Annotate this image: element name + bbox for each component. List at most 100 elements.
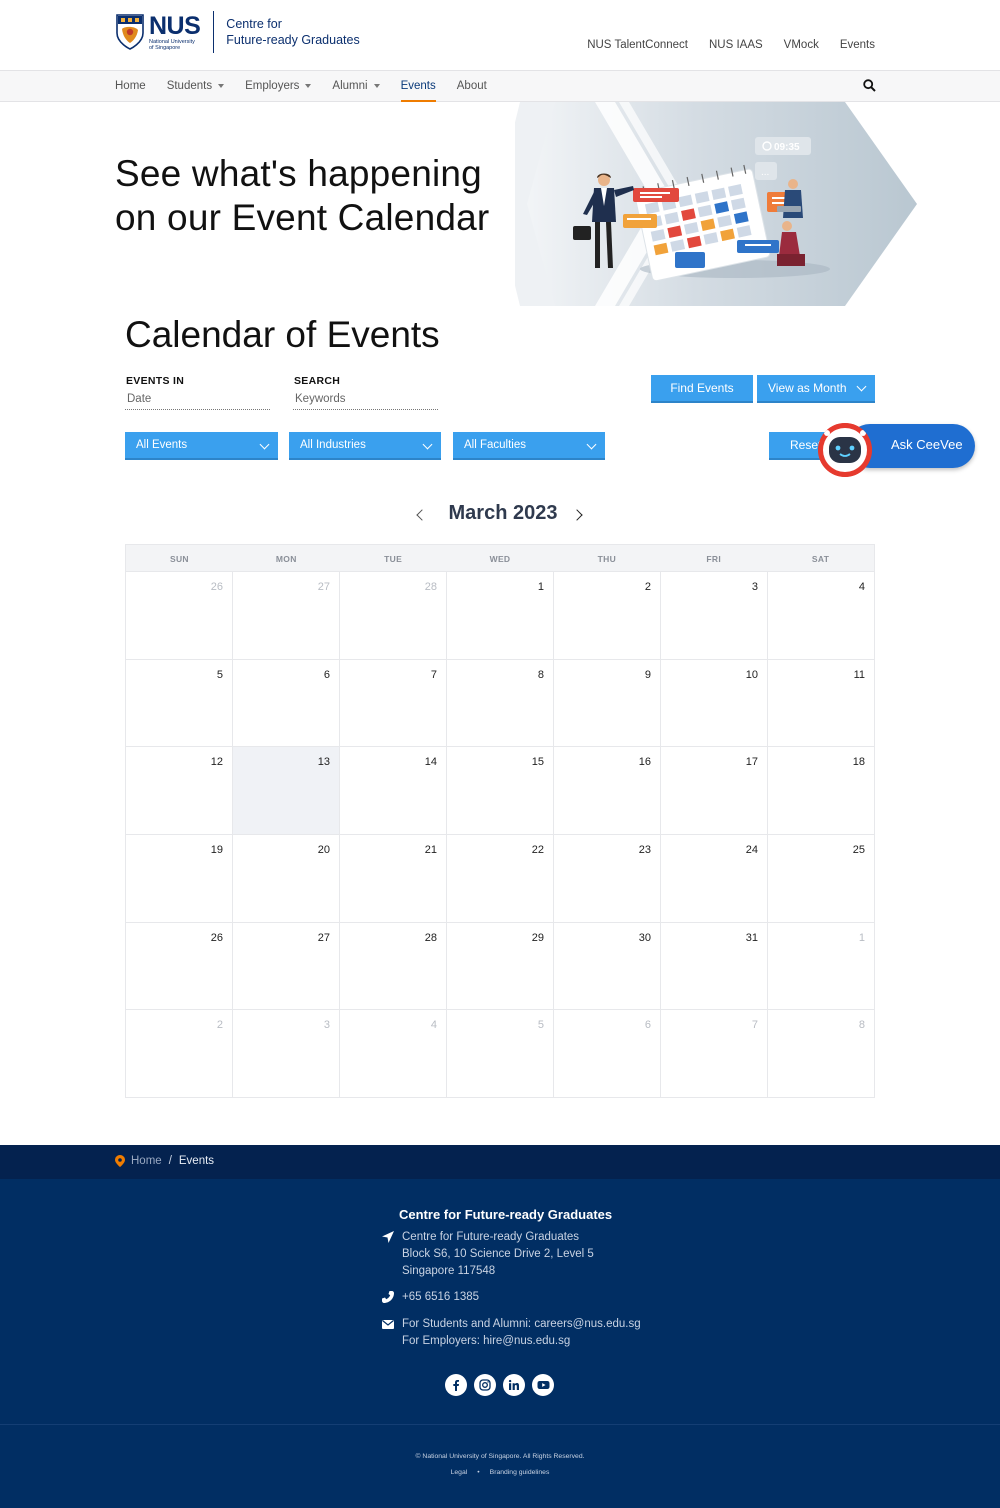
chevron-down-icon [586,439,597,450]
calendar-day[interactable]: 23 [554,835,661,923]
calendar-day[interactable]: 8 [768,1010,875,1099]
day-number: 3 [751,581,758,593]
filter-industry[interactable]: All Industries [289,432,441,460]
filter-faculty-label: All Faculties [464,439,526,451]
calendar-grid: SUN MON TUE WED THU FRI SAT 26 27 28 1 2 3 4 5 6… [125,544,875,1099]
breadcrumb: Home / Events [115,1155,214,1167]
calendar-day[interactable]: 22 [447,835,554,923]
calendar-day[interactable]: 17 [661,747,768,836]
facebook-icon[interactable] [445,1374,467,1396]
keywords-input[interactable]: Keywords [293,392,438,410]
calendar-day[interactable]: 12 [126,747,233,836]
email-students[interactable]: For Students and Alumni: careers@nus.edu… [402,1316,641,1333]
calendar-day[interactable]: 1 [447,572,554,660]
calendar-day[interactable]: 2 [126,1010,233,1099]
hero-illustration: 09:35 ... [515,102,917,306]
breadcrumb-home[interactable]: Home [131,1155,162,1167]
date-input[interactable]: Date [125,392,270,410]
calendar-day[interactable]: 5 [126,659,233,748]
legal-link[interactable]: Legal [451,1469,468,1476]
calendar-day[interactable]: 26 [126,922,233,1011]
linkedin-icon[interactable] [503,1374,525,1396]
day-number: 9 [644,668,651,681]
nus-logo[interactable]: NUS National University of Singapore Cen… [115,11,360,53]
calendar-day[interactable]: 21 [340,835,447,923]
calendar-day[interactable]: 29 [447,922,554,1011]
footer-phone: +65 6516 1385 [381,1289,479,1306]
calendar-day[interactable]: 26 [126,572,233,660]
day-number: 27 [317,581,330,593]
filter-event-type[interactable]: All Events [125,432,278,460]
weekday-label: THU [597,554,617,564]
link-events[interactable]: Events [840,39,875,51]
weekday-label: MON [275,554,297,564]
calendar-day[interactable]: 4 [768,572,875,660]
footer-email: For Students and Alumni: careers@nus.edu… [381,1316,641,1350]
instagram-icon[interactable] [474,1374,496,1396]
calendar-day[interactable]: 10 [661,659,768,748]
link-iaas[interactable]: NUS IAAS [709,39,763,51]
copyright: © National University of Singapore. All … [415,1453,585,1460]
day-number: 19 [210,844,223,857]
calendar-day[interactable]: 15 [447,747,554,836]
calendar-day[interactable]: 4 [340,1010,447,1099]
robot-avatar-icon [818,423,872,477]
calendar-day[interactable]: 8 [447,659,554,748]
nav-alumni[interactable]: Alumni [332,71,380,101]
day-number: 6 [323,668,330,681]
chevron-down-icon [259,439,270,450]
calendar-day[interactable]: 7 [661,1010,768,1099]
calendar-day[interactable]: 16 [554,747,661,836]
youtube-icon[interactable] [532,1374,554,1396]
find-events-button[interactable]: Find Events [651,375,753,403]
previous-month-icon[interactable] [416,509,428,521]
search-icon[interactable] [863,79,876,92]
nav-home[interactable]: Home [115,71,146,101]
calendar-day[interactable]: 3 [233,1010,340,1099]
calendar-day[interactable]: 25 [768,835,875,923]
weekday-label: SUN [169,554,189,564]
calendar-day[interactable]: 27 [233,572,340,660]
chevron-down-icon [856,381,867,392]
calendar-day[interactable]: 5 [447,1010,554,1099]
calendar-day[interactable]: 2 [554,572,661,660]
branding-guidelines-link[interactable]: Branding guidelines [490,1469,550,1476]
phone-number[interactable]: +65 6516 1385 [402,1289,479,1306]
calendar-day[interactable]: 11 [768,659,875,748]
ask-ceevee-chatbot[interactable]: Ask CeeVee [818,423,976,477]
calendar-day[interactable]: 31 [661,922,768,1011]
day-number: 14 [424,756,437,769]
day-number: 24 [745,844,758,857]
calendar-day[interactable]: 30 [554,922,661,1011]
calendar-day[interactable]: 9 [554,659,661,748]
day-number: 22 [531,844,544,857]
calendar-day[interactable]: 24 [661,835,768,923]
day-number: 27 [317,931,330,944]
calendar-day[interactable]: 14 [340,747,447,836]
nav-students[interactable]: Students [167,71,225,101]
link-vmock[interactable]: VMock [784,39,819,51]
view-as-month-button[interactable]: View as Month [757,375,875,403]
filter-faculty[interactable]: All Faculties [453,432,605,460]
calendar-day[interactable]: 3 [661,572,768,660]
calendar-day-today[interactable]: 13 [233,747,340,836]
weekday-header: SUN MON TUE WED THU FRI SAT [125,544,875,572]
link-talentconnect[interactable]: NUS TalentConnect [587,39,688,51]
calendar-day[interactable]: 28 [340,572,447,660]
calendar-day[interactable]: 20 [233,835,340,923]
calendar-day[interactable]: 18 [768,747,875,836]
nav-events[interactable]: Events [400,71,436,102]
nav-employers[interactable]: Employers [245,71,312,101]
calendar-day[interactable]: 6 [554,1010,661,1099]
calendar-day[interactable]: 1 [768,922,875,1011]
day-number: 25 [852,844,865,857]
calendar-day[interactable]: 6 [233,659,340,748]
email-employers[interactable]: For Employers: hire@nus.edu.sg [402,1333,641,1350]
calendar-day[interactable]: 7 [340,659,447,748]
calendar-day[interactable]: 28 [340,922,447,1011]
nav-about[interactable]: About [457,71,487,101]
day-number: 1 [858,931,865,944]
calendar-day[interactable]: 19 [126,835,233,923]
day-number: 2 [644,581,651,593]
calendar-day[interactable]: 27 [233,922,340,1011]
